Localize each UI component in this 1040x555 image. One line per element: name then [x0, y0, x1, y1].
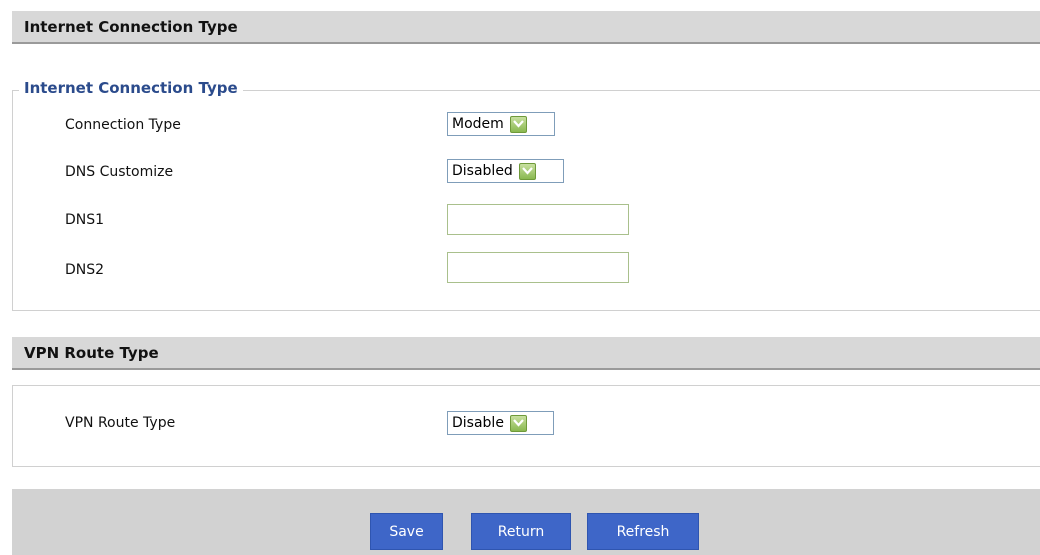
save-button[interactable]: Save: [370, 513, 443, 550]
section-title-vpn: VPN Route Type: [24, 344, 159, 362]
dns2-input[interactable]: [447, 252, 629, 283]
connection-type-label: Connection Type: [65, 117, 181, 133]
dns-customize-label: DNS Customize: [65, 164, 174, 180]
return-button[interactable]: Return: [471, 513, 571, 550]
internet-connection-group: Internet Connection Type Connection Type…: [12, 79, 1040, 311]
vpn-route-type-select[interactable]: Disable: [447, 411, 554, 435]
dns-customize-select[interactable]: Disabled: [447, 159, 564, 183]
button-bar: Save Return Refresh: [12, 489, 1040, 555]
dns-customize-value: Disabled: [452, 163, 513, 179]
dns2-label: DNS2: [65, 262, 105, 278]
vpn-route-type-label: VPN Route Type: [65, 415, 176, 431]
dns1-input[interactable]: [447, 204, 629, 235]
chevron-down-icon[interactable]: [518, 162, 536, 180]
vpn-route-group: VPN Route Type Disable: [12, 385, 1040, 467]
chevron-down-icon[interactable]: [509, 414, 527, 432]
section-header-vpn: VPN Route Type: [12, 337, 1040, 370]
refresh-button[interactable]: Refresh: [587, 513, 699, 550]
section-header-internet: Internet Connection Type: [12, 11, 1040, 44]
section-title-internet: Internet Connection Type: [24, 18, 238, 36]
chevron-down-icon[interactable]: [509, 115, 527, 133]
group-legend-internet: Internet Connection Type: [19, 79, 243, 97]
vpn-route-type-value: Disable: [452, 415, 504, 431]
connection-type-value: Modem: [452, 116, 504, 132]
connection-type-select[interactable]: Modem: [447, 112, 555, 136]
dns1-label: DNS1: [65, 212, 105, 228]
